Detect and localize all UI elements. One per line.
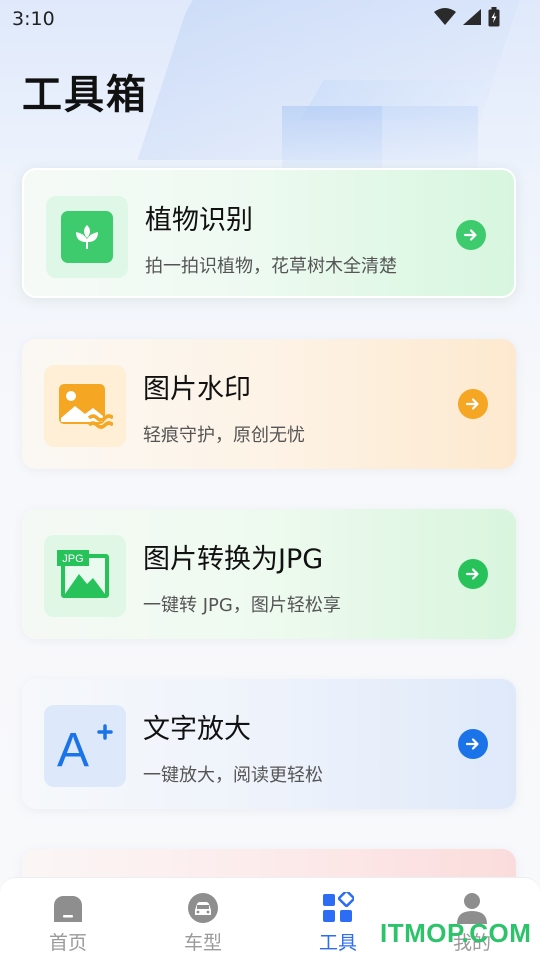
site-watermark: ITMOP.COM: [380, 918, 532, 948]
card-description: 拍一拍识植物，花草树木全清楚: [145, 256, 397, 277]
tab-home[interactable]: 首页: [18, 888, 118, 954]
page-title: 工具箱: [22, 72, 148, 118]
status-bar: 3:10: [0, 0, 540, 36]
plant-icon: [61, 211, 113, 263]
tab-car-models[interactable]: 车型: [153, 888, 253, 954]
card-description: 一键转 JPG，图片轻松享: [143, 595, 341, 616]
card-description: 轻痕守护，原创无忧: [143, 425, 305, 446]
image-watermark-icon-container: [44, 365, 126, 447]
tool-card-convert-to-jpg[interactable]: JPG 图片转换为JPG 一键转 JPG，图片轻松享: [22, 509, 516, 639]
tool-card-text-enlarge[interactable]: A 文字放大 一键放大，阅读更轻松: [22, 679, 516, 809]
card-title: 图片水印: [143, 374, 251, 405]
image-watermark-icon: [59, 384, 113, 429]
text-enlarge-icon-container: A: [44, 705, 126, 787]
home-icon: [54, 896, 82, 922]
tab-label: 首页: [48, 932, 87, 954]
status-icons: [434, 7, 500, 27]
card-title: 图片转换为JPG: [143, 544, 324, 575]
tab-label: 车型: [183, 932, 222, 954]
signal-icon: [463, 9, 481, 25]
tools-icon: [323, 892, 354, 922]
card-description: 一键放大，阅读更轻松: [143, 765, 323, 786]
text-enlarge-icon: A: [57, 724, 113, 772]
card-title: 植物识别: [145, 205, 253, 236]
jpg-convert-icon: JPG: [57, 550, 109, 598]
arrow-right-icon[interactable]: [458, 559, 488, 589]
card-title: 文字放大: [143, 714, 251, 745]
background-cube: [282, 80, 494, 170]
jpg-convert-icon-container: JPG: [44, 535, 126, 617]
svg-text:A: A: [57, 724, 89, 772]
arrow-right-icon[interactable]: [456, 220, 486, 250]
plant-icon-container: [46, 196, 128, 278]
wifi-icon: [434, 8, 456, 25]
tool-card-plant-recognition[interactable]: 植物识别 拍一拍识植物，花草树木全清楚: [22, 168, 516, 298]
battery-icon: [488, 7, 500, 27]
svg-text:JPG: JPG: [62, 553, 83, 565]
arrow-right-icon[interactable]: [458, 389, 488, 419]
tab-label: 工具: [318, 932, 357, 954]
status-time: 3:10: [12, 8, 55, 30]
tab-tools[interactable]: 工具: [288, 888, 388, 954]
arrow-right-icon[interactable]: [458, 729, 488, 759]
car-icon: [188, 893, 218, 923]
tool-card-image-watermark[interactable]: 图片水印 轻痕守护，原创无忧: [22, 339, 516, 469]
